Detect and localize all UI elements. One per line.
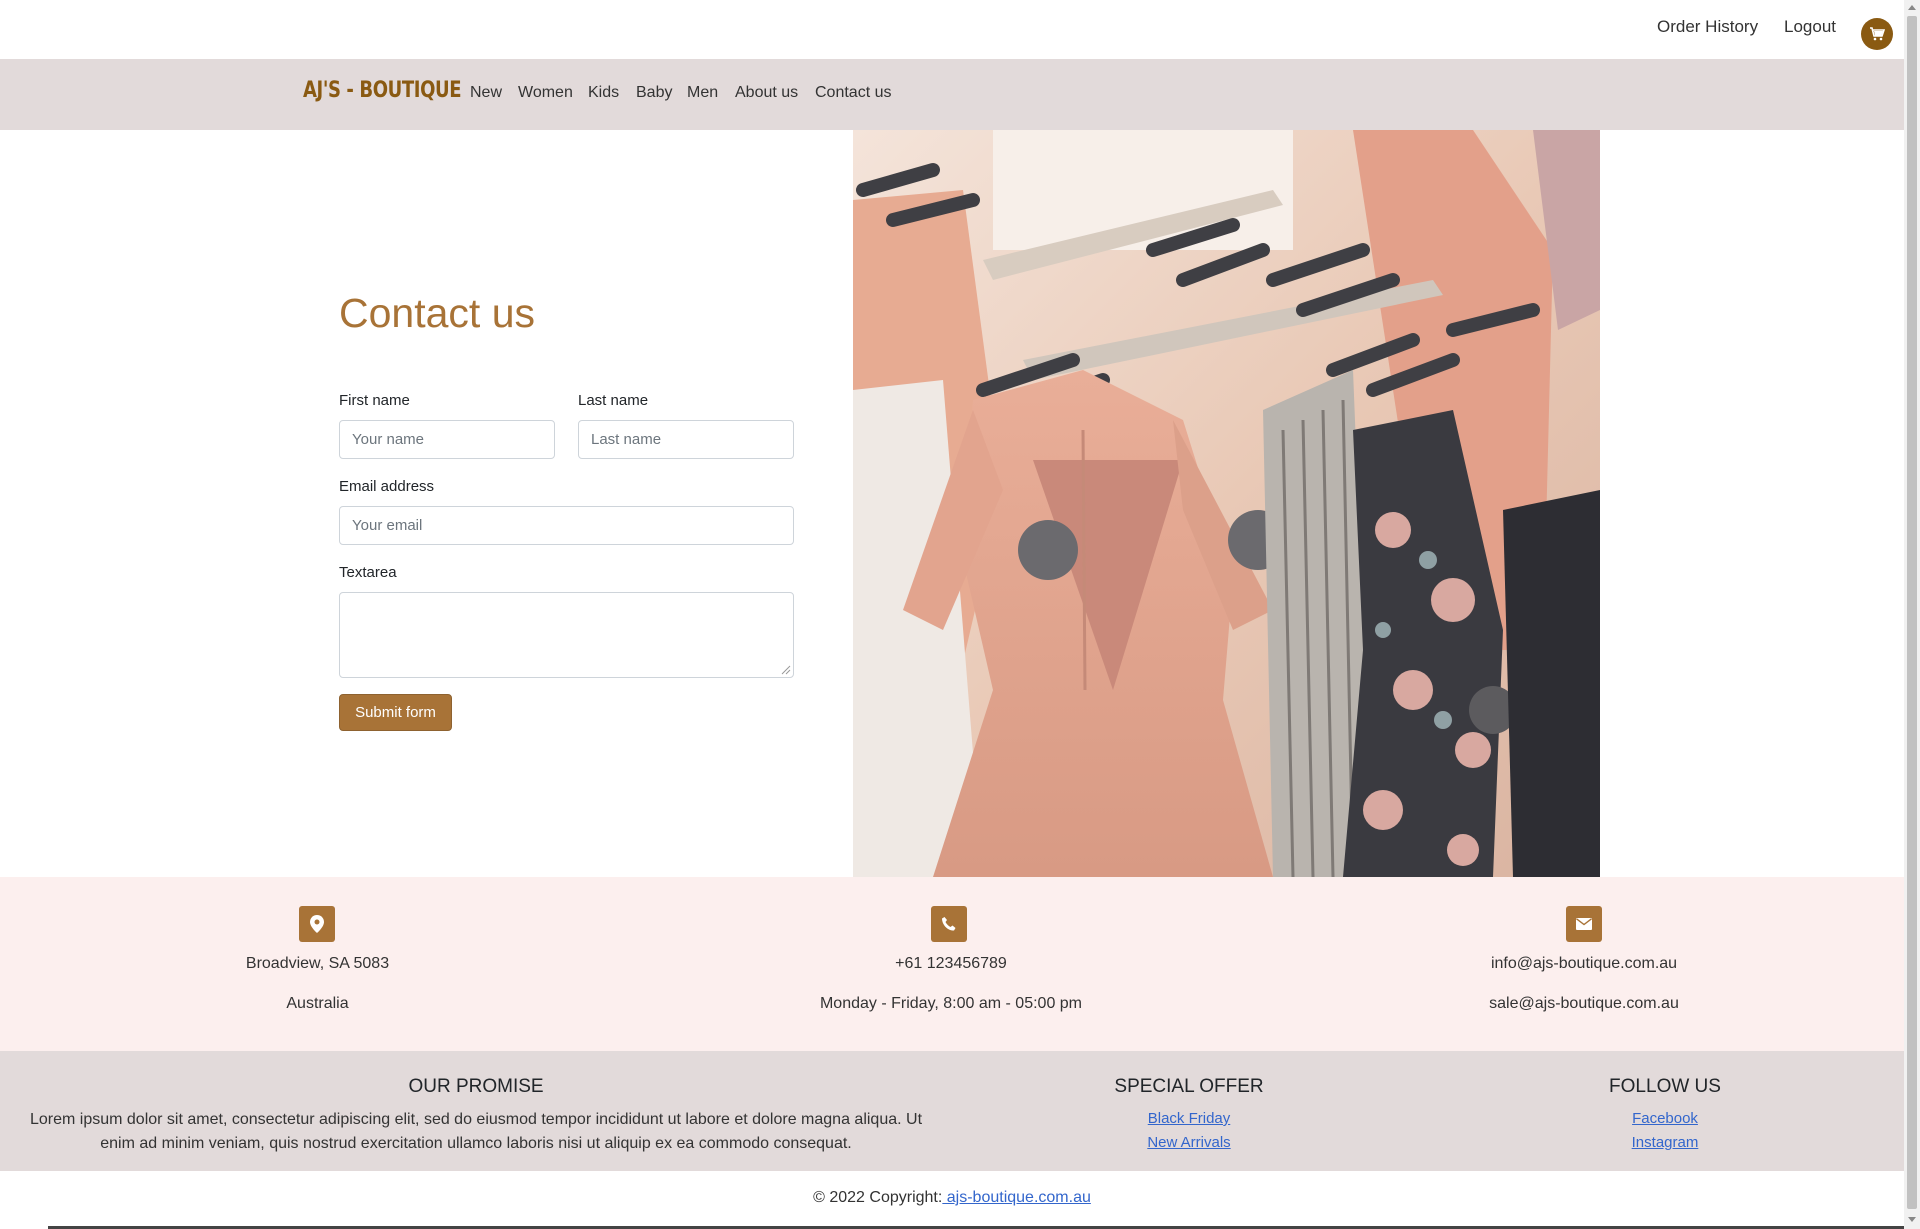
email-line-2: sale@ajs-boutique.com.au bbox=[1489, 995, 1679, 1012]
email-icon-box bbox=[1566, 906, 1602, 942]
message-textarea[interactable] bbox=[339, 592, 794, 678]
black-friday-link[interactable]: Black Friday bbox=[1089, 1110, 1289, 1127]
copyright-bar: © 2022 Copyright: ajs-boutique.com.au bbox=[0, 1189, 1904, 1207]
top-bar: Order History Logout bbox=[0, 0, 1904, 59]
envelope-icon bbox=[1576, 918, 1592, 930]
clothing-rack-illustration bbox=[853, 130, 1600, 877]
scrollbar-thumb[interactable] bbox=[1907, 16, 1917, 1209]
phone-line-2: Monday - Friday, 8:00 am - 05:00 pm bbox=[819, 995, 1083, 1012]
email-label: Email address bbox=[339, 478, 435, 495]
textarea-label: Textarea bbox=[339, 564, 397, 581]
nav-item-kids[interactable]: Kids bbox=[588, 84, 619, 102]
our-promise-text: Lorem ipsum dolor sit amet, consectetur … bbox=[29, 1111, 923, 1152]
cart-icon bbox=[1870, 27, 1885, 41]
email-input[interactable] bbox=[339, 506, 794, 545]
copyright-text: © 2022 Copyright: bbox=[813, 1189, 943, 1206]
main-column: Order History Logout AJ'S - BOUTIQUE New… bbox=[0, 0, 1904, 1229]
vertical-scrollbar[interactable] bbox=[1904, 0, 1920, 1229]
main-navbar: AJ'S - BOUTIQUE New Women Kids Baby Men … bbox=[0, 59, 1904, 130]
new-arrivals-link[interactable]: New Arrivals bbox=[1089, 1134, 1289, 1151]
facebook-link[interactable]: Facebook bbox=[1565, 1110, 1765, 1127]
phone-line-1: +61 123456789 bbox=[895, 955, 1007, 972]
instagram-link[interactable]: Instagram bbox=[1565, 1134, 1765, 1151]
copyright-link[interactable]: ajs-boutique.com.au bbox=[942, 1189, 1091, 1206]
scroll-down-arrow-icon[interactable] bbox=[1908, 1217, 1916, 1222]
phone-icon bbox=[942, 917, 956, 931]
first-name-input[interactable] bbox=[339, 420, 555, 459]
nav-item-men[interactable]: Men bbox=[687, 84, 718, 102]
special-offer-heading: SPECIAL OFFER bbox=[1114, 1076, 1264, 1097]
last-name-input[interactable] bbox=[578, 420, 794, 459]
contact-info-strip: Broadview, SA 5083 Australia +61 1234567… bbox=[0, 877, 1904, 1051]
resize-handle-icon[interactable] bbox=[781, 665, 791, 675]
follow-us-heading: FOLLOW US bbox=[1609, 1076, 1721, 1097]
location-icon-box bbox=[299, 906, 335, 942]
first-name-label: First name bbox=[339, 392, 410, 409]
page-title: Contact us bbox=[339, 290, 535, 336]
location-line-2: Australia bbox=[286, 995, 349, 1012]
page: Order History Logout AJ'S - BOUTIQUE New… bbox=[0, 0, 1920, 1229]
submit-form-button[interactable]: Submit form bbox=[339, 694, 452, 731]
order-history-link[interactable]: Order History bbox=[1657, 17, 1758, 37]
logout-link[interactable]: Logout bbox=[1784, 17, 1836, 37]
nav-item-about-us[interactable]: About us bbox=[735, 84, 798, 102]
nav-item-women[interactable]: Women bbox=[518, 84, 573, 102]
our-promise-heading: OUR PROMISE bbox=[408, 1076, 544, 1097]
nav-item-new[interactable]: New bbox=[470, 84, 502, 102]
map-marker-icon bbox=[310, 915, 324, 933]
footer: OUR PROMISE Lorem ipsum dolor sit amet, … bbox=[0, 1051, 1904, 1171]
nav-item-baby[interactable]: Baby bbox=[636, 84, 672, 102]
phone-icon-box bbox=[931, 906, 967, 942]
location-line-1: Broadview, SA 5083 bbox=[245, 955, 390, 972]
scroll-up-arrow-icon[interactable] bbox=[1908, 5, 1916, 10]
nav-item-contact-us[interactable]: Contact us bbox=[815, 84, 891, 102]
email-line-1: info@ajs-boutique.com.au bbox=[1490, 955, 1678, 972]
last-name-label: Last name bbox=[578, 392, 649, 409]
brand-logo[interactable]: AJ'S - BOUTIQUE bbox=[303, 78, 462, 103]
boutique-clothing-photo bbox=[853, 130, 1600, 877]
cart-button[interactable] bbox=[1861, 18, 1893, 50]
